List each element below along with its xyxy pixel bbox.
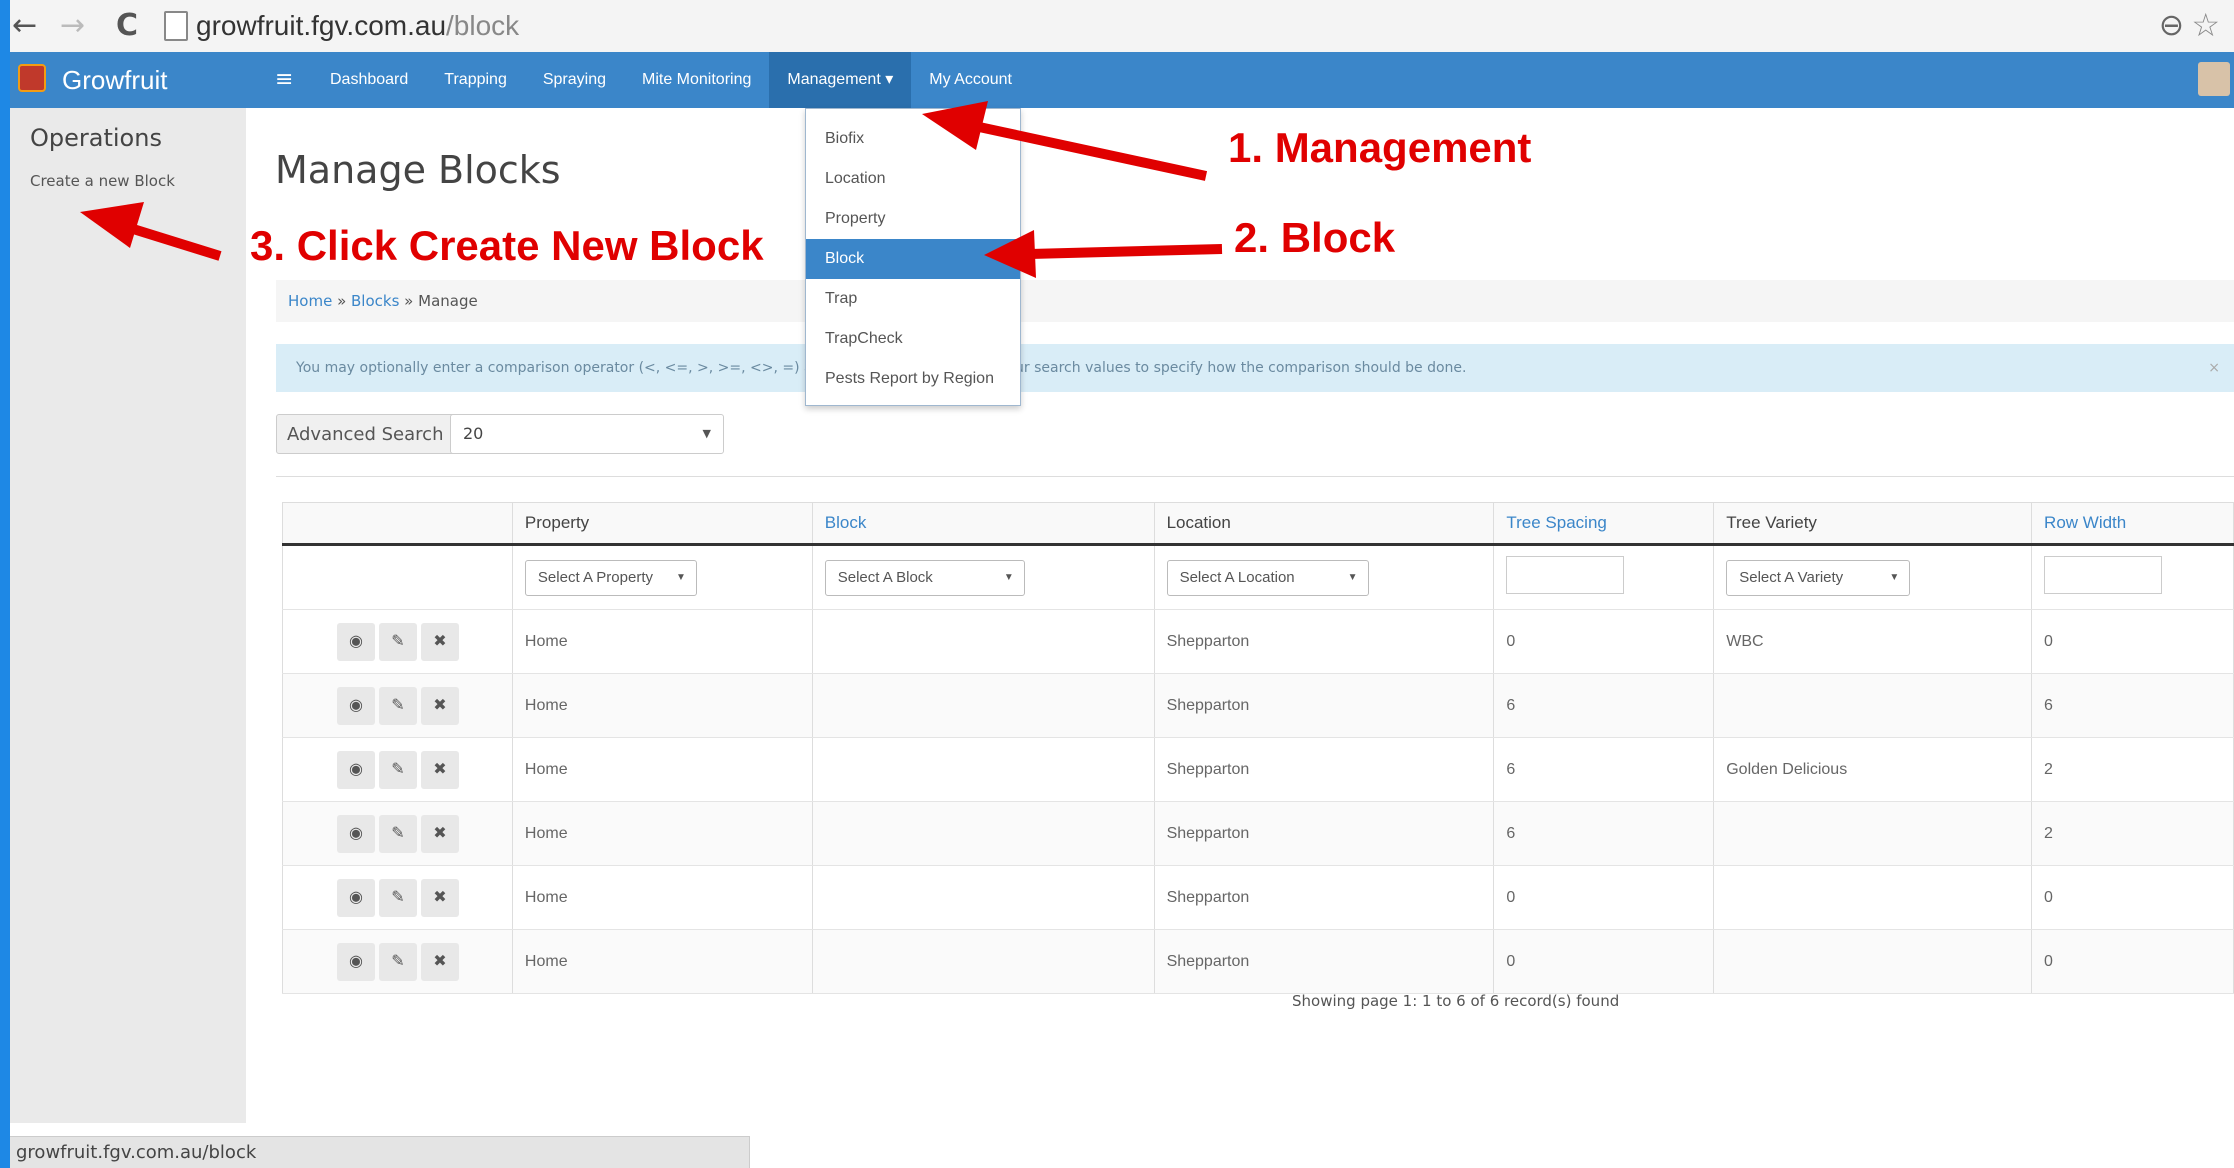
arrow-management-head bbox=[922, 101, 988, 150]
annotation-arrows bbox=[80, 101, 1223, 278]
browser-window: ← → C growfruit.fgv.com.au/block ⊖ ☆ Gro… bbox=[10, 0, 2234, 1168]
arrow-management bbox=[968, 120, 1208, 181]
annotation-step-3: 3. Click Create New Block bbox=[250, 222, 764, 269]
annotation-step-2: 2. Block bbox=[1234, 214, 1396, 261]
arrow-create-block bbox=[128, 223, 222, 261]
arrow-create-block-head bbox=[80, 202, 144, 248]
annotation-step-1: 1. Management bbox=[1228, 124, 1532, 171]
arrow-block-head bbox=[984, 230, 1036, 278]
arrow-block bbox=[1029, 244, 1223, 259]
